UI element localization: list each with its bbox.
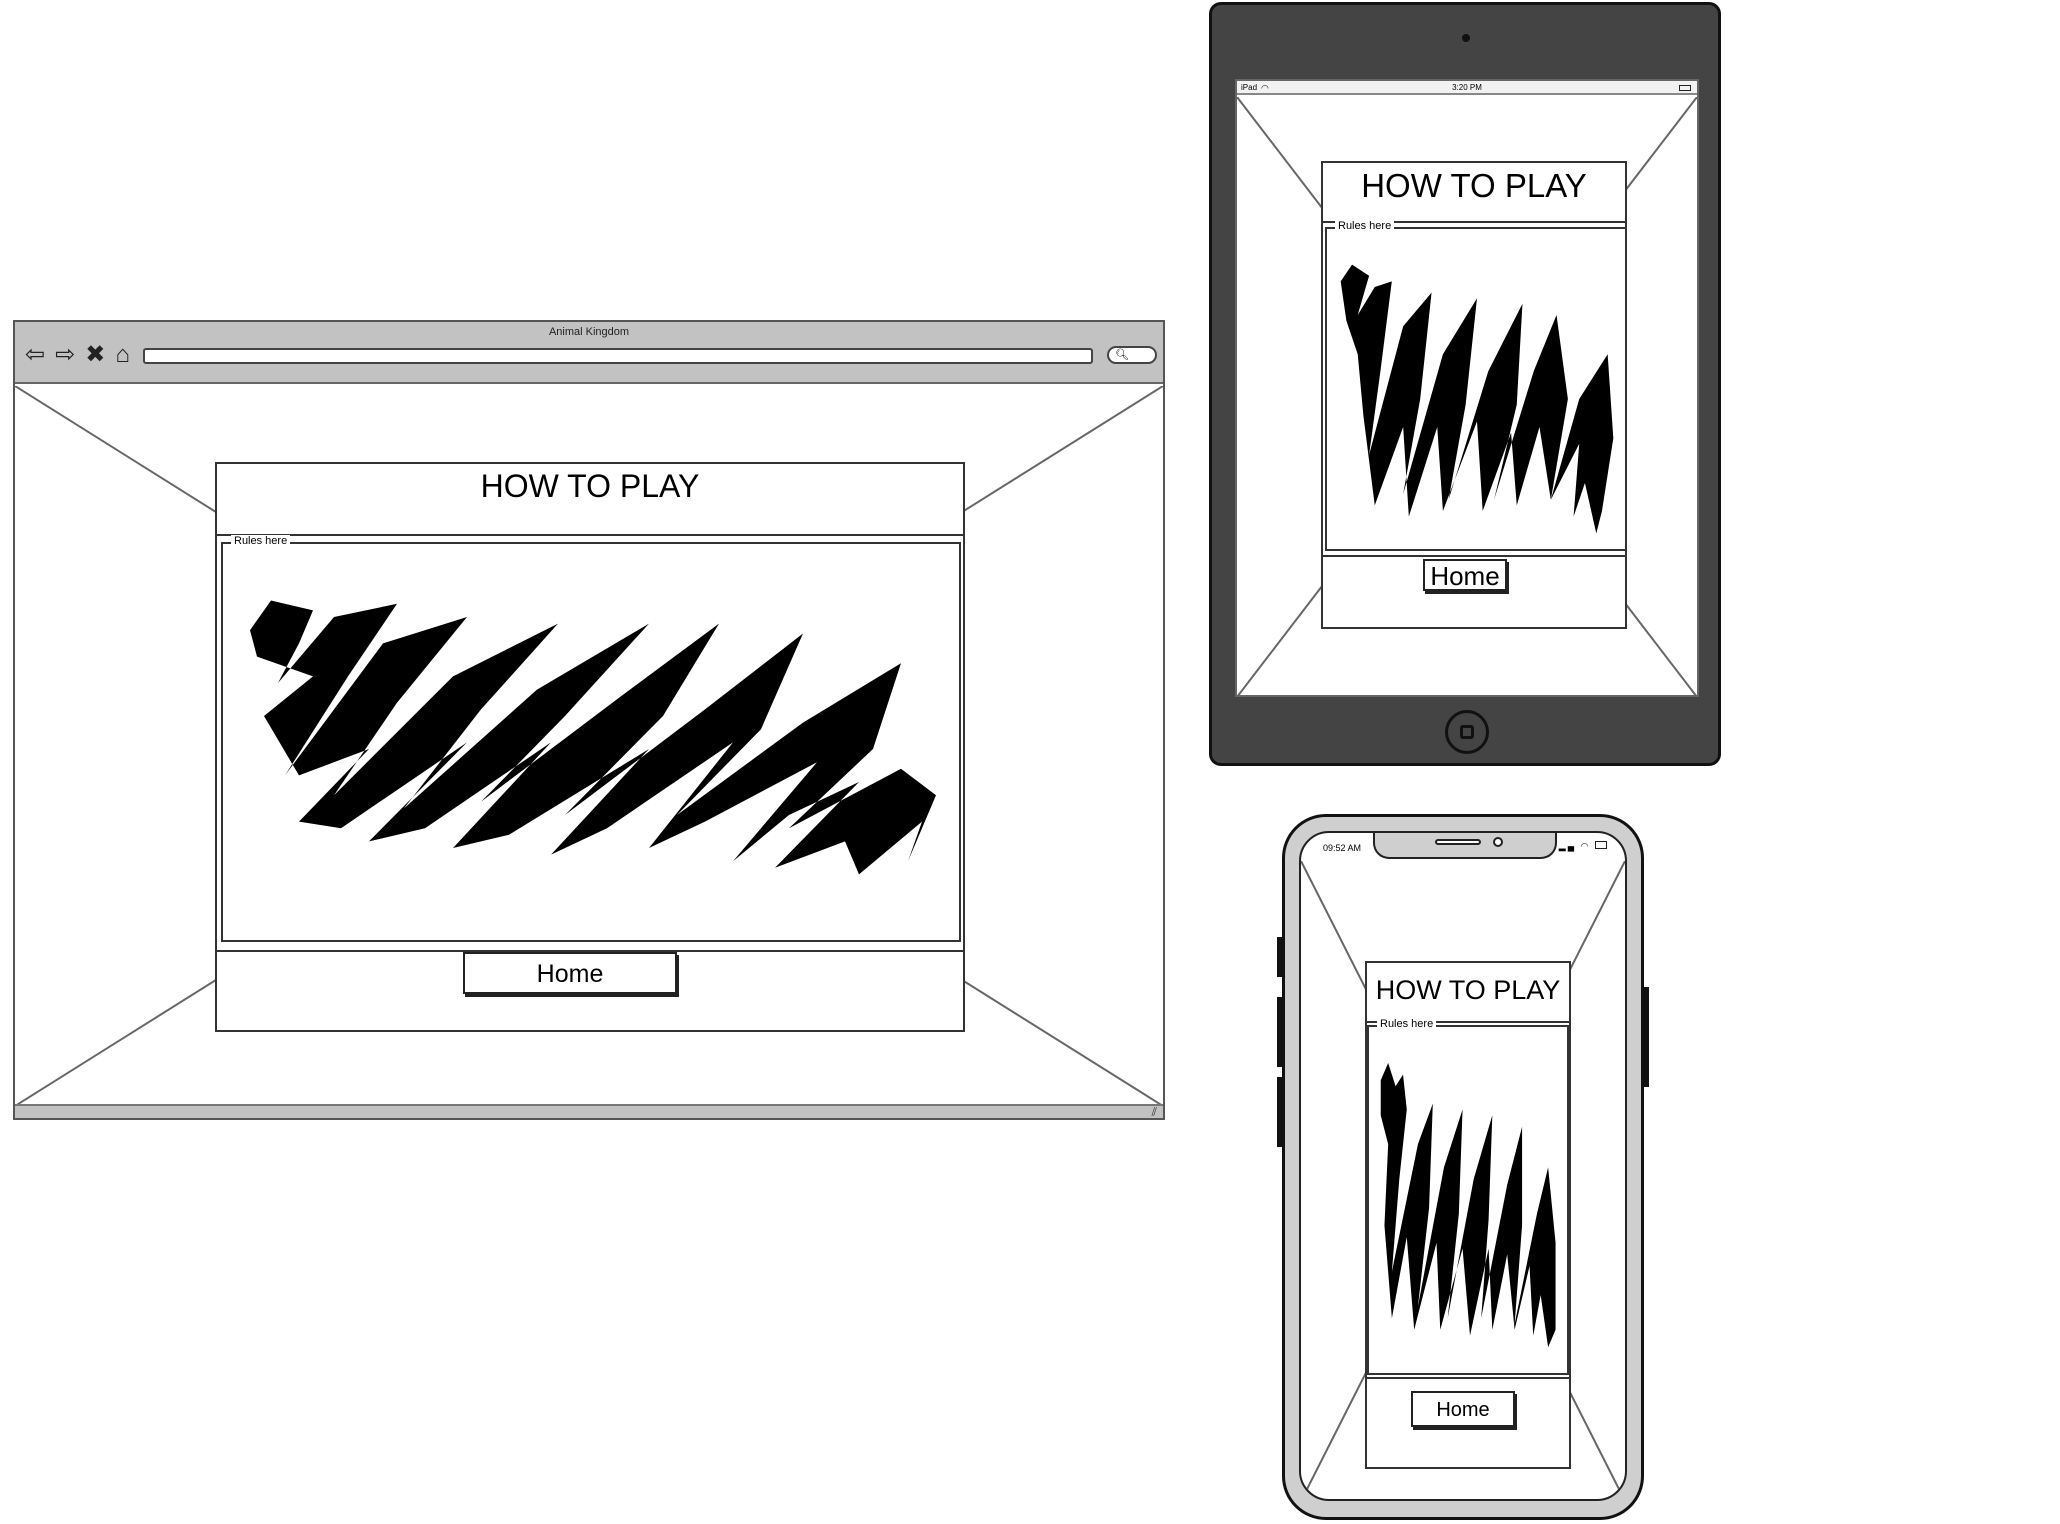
rules-label: Rules here [1377,1018,1437,1030]
wifi-icon: ◠ [1580,841,1591,851]
home-key-icon [1460,725,1474,739]
search-button[interactable]: 🔍︎ [1107,346,1157,364]
clock: 09:52 AM [1323,843,1362,853]
tablet-statusbar: iPad 3:20 PM ◠ [1237,81,1697,95]
signal-icon: ▂▄ [1558,841,1577,851]
side-button [1277,937,1282,977]
home-icon[interactable]: ⌂ [115,343,130,367]
front-camera-icon [1493,837,1503,847]
how-to-play-panel: HOW TO PLAY Rules here Home [1321,161,1627,629]
page-title: HOW TO PLAY [1361,167,1587,204]
window-title: Animal Kingdom [548,326,630,338]
search-icon: 🔍︎ [1115,349,1129,361]
tablet-device: iPad 3:20 PM ◠ HOW TO PLAY Rules here Ho… [1209,2,1721,766]
rules-group: Rules here [221,535,961,942]
home-button[interactable]: Home [463,952,677,994]
resize-grip-icon[interactable]: ⫽ [1152,1106,1157,1118]
speaker-icon [1435,839,1481,845]
back-arrow-icon[interactable]: ⇦ [25,343,45,367]
side-button [1277,997,1282,1067]
battery-icon [1595,841,1607,849]
rules-group: Rules here [1367,1018,1569,1375]
forward-arrow-icon[interactable]: ⇨ [55,343,75,367]
rules-group: Rules here [1325,220,1627,551]
browser-titlebar: Animal Kingdom ⇦ ⇨ ✖ ⌂ 🔍︎ [15,322,1163,384]
rules-scribble [1380,1063,1556,1348]
battery-icon [1679,85,1691,91]
tablet-screen: iPad 3:20 PM ◠ HOW TO PLAY Rules here Ho… [1235,79,1699,697]
camera-icon [1462,34,1470,42]
close-x-icon[interactable]: ✖ [85,343,105,367]
how-to-play-panel: HOW TO PLAY Rules here Home [1365,961,1571,1469]
side-button [1644,987,1649,1087]
how-to-play-panel: HOW TO PLAY Rules here Home [215,462,965,1032]
browser-window: Animal Kingdom ⇦ ⇨ ✖ ⌂ 🔍︎ HOW TO PLAY Ru… [13,320,1165,1120]
page-title: HOW TO PLAY [480,468,700,504]
home-button[interactable]: Home [1411,1391,1515,1427]
page-title: HOW TO PLAY [1375,975,1561,1005]
clock: 3:20 PM [1452,83,1482,92]
rules-label: Rules here [1335,220,1395,232]
browser-statusbar: ⫽ [15,1104,1163,1118]
home-hardware-button[interactable] [1445,710,1489,754]
phone-notch [1373,833,1557,859]
phone-device: 09:52 AM ▂▄ ◠ HOW TO PLAY Rules here Hom… [1277,814,1649,1520]
wifi-icon: ◠ [1261,83,1269,93]
side-button [1277,1077,1282,1147]
browser-nav: ⇦ ⇨ ✖ ⌂ [25,340,130,370]
address-bar[interactable] [143,348,1093,364]
browser-viewport: HOW TO PLAY Rules here Home [15,386,1163,1106]
rules-scribble [250,600,936,875]
status-icons: ▂▄ ◠ [1559,841,1607,852]
rules-scribble [1340,264,1614,534]
phone-screen: 09:52 AM ▂▄ ◠ HOW TO PLAY Rules here Hom… [1299,831,1627,1501]
home-button[interactable]: Home [1423,559,1507,591]
rules-label: Rules here [231,535,291,547]
